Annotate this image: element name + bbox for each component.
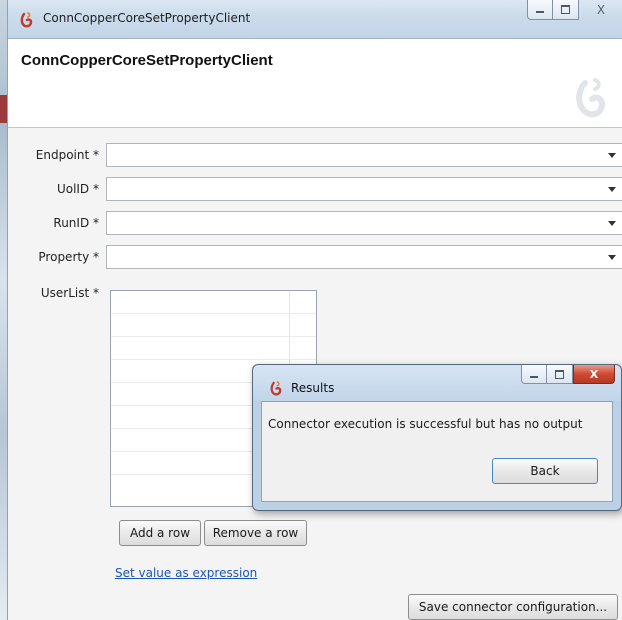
table-row [111,359,316,360]
property-label: Property * [38,250,99,264]
desktop-background [0,0,7,620]
save-configuration-button[interactable]: Save connector configuration... [408,594,618,620]
close-icon: X [589,367,599,381]
header-panel: ConnCopperCoreSetPropertyClient [8,39,622,128]
result-message: Connector execution is successful but ha… [268,417,583,431]
results-dialog: Results X Connector execution is success… [252,364,622,511]
minimize-icon [530,375,538,378]
remove-row-button[interactable]: Remove a row [204,520,307,546]
uolid-label: UolID * [56,182,99,196]
add-row-button[interactable]: Add a row [119,520,201,546]
userlist-label: UserList * [40,286,99,300]
dialog-title: Results [291,381,335,395]
close-button[interactable]: X [579,0,622,20]
chevron-down-icon [608,187,616,192]
page-title: ConnCopperCoreSetPropertyClient [21,52,273,69]
back-button[interactable]: Back [492,458,598,484]
desktop-mark [0,95,7,123]
property-combo[interactable] [106,245,622,269]
minimize-button[interactable] [527,0,553,20]
main-window: ConnCopperCoreSetPropertyClient X ConnCo… [7,0,622,620]
chevron-down-icon [608,153,616,158]
endpoint-label: Endpoint * [35,148,99,162]
dialog-body: Connector execution is successful but ha… [261,401,613,502]
chevron-down-icon [608,221,616,226]
maximize-icon [555,369,564,379]
window-title: ConnCopperCoreSetPropertyClient [43,11,251,25]
dialog-maximize-button[interactable] [547,365,573,384]
minimize-icon [536,11,544,13]
app-logo-icon [20,12,33,28]
dialog-close-button[interactable]: X [573,365,615,384]
set-value-expression-link[interactable]: Set value as expression [115,566,257,580]
window-titlebar[interactable]: ConnCopperCoreSetPropertyClient X [8,0,622,39]
maximize-button[interactable] [553,0,579,20]
endpoint-combo[interactable] [106,143,622,167]
dialog-titlebar[interactable]: Results X [253,365,621,401]
table-row [111,313,316,314]
dialog-minimize-button[interactable] [521,365,547,384]
close-icon: X [596,3,606,17]
runid-combo[interactable] [106,211,622,235]
uolid-combo[interactable] [106,177,622,201]
maximize-icon [561,5,570,14]
dialog-window-controls: X [521,365,615,384]
brand-logo-icon [576,78,606,118]
app-logo-icon [270,381,282,396]
runid-label: RunID * [53,216,99,230]
table-row [111,336,316,337]
window-controls: X [527,0,622,26]
chevron-down-icon [608,255,616,260]
